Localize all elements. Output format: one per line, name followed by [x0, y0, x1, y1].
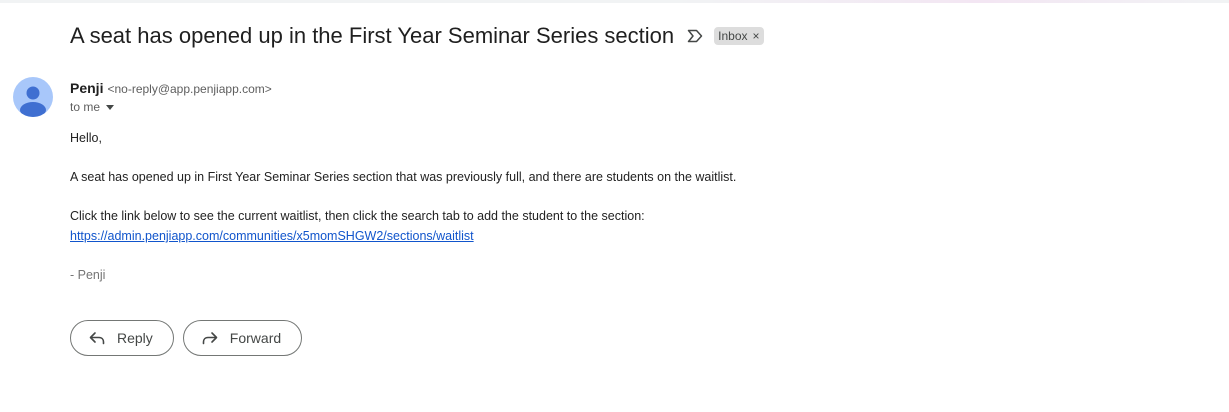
sender-avatar[interactable]: [13, 77, 53, 117]
body-paragraph-1: A seat has opened up in First Year Semin…: [70, 170, 737, 184]
body-paragraph-2: Click the link below to see the current …: [70, 209, 645, 223]
recipient-text: to me: [70, 100, 101, 114]
inbox-label-chip[interactable]: Inbox ×: [714, 27, 764, 45]
body-greeting: Hello,: [70, 131, 102, 145]
reply-icon: [89, 332, 105, 345]
email-subject: A seat has opened up in the First Year S…: [70, 23, 675, 48]
reply-button[interactable]: Reply: [70, 320, 174, 356]
remove-label-icon[interactable]: ×: [753, 29, 760, 43]
waitlist-link[interactable]: https://admin.penjiapp.com/communities/x…: [70, 229, 474, 243]
sender-email: <no-reply@app.penjiapp.com>: [107, 82, 272, 96]
recipient-details-toggle[interactable]: to me: [70, 100, 115, 114]
email-body: Hello, A seat has opened up in First Yea…: [70, 128, 736, 285]
sender-name[interactable]: Penji: [70, 80, 103, 96]
message-actions: Reply Forward: [70, 320, 303, 356]
important-marker-icon[interactable]: [686, 27, 704, 45]
top-strip: [0, 0, 1229, 3]
subject-row: A seat has opened up in the First Year S…: [70, 22, 764, 50]
forward-icon: [202, 332, 218, 345]
forward-label: Forward: [229, 330, 282, 346]
body-signature: - Penji: [70, 268, 106, 282]
forward-button[interactable]: Forward: [182, 320, 303, 356]
dropdown-caret-icon[interactable]: [106, 104, 115, 110]
reply-label: Reply: [117, 330, 153, 346]
avatar-person-icon: [20, 86, 46, 117]
sender-row: Penji <no-reply@app.penjiapp.com>: [70, 80, 272, 96]
inbox-label-text: Inbox: [718, 29, 748, 43]
